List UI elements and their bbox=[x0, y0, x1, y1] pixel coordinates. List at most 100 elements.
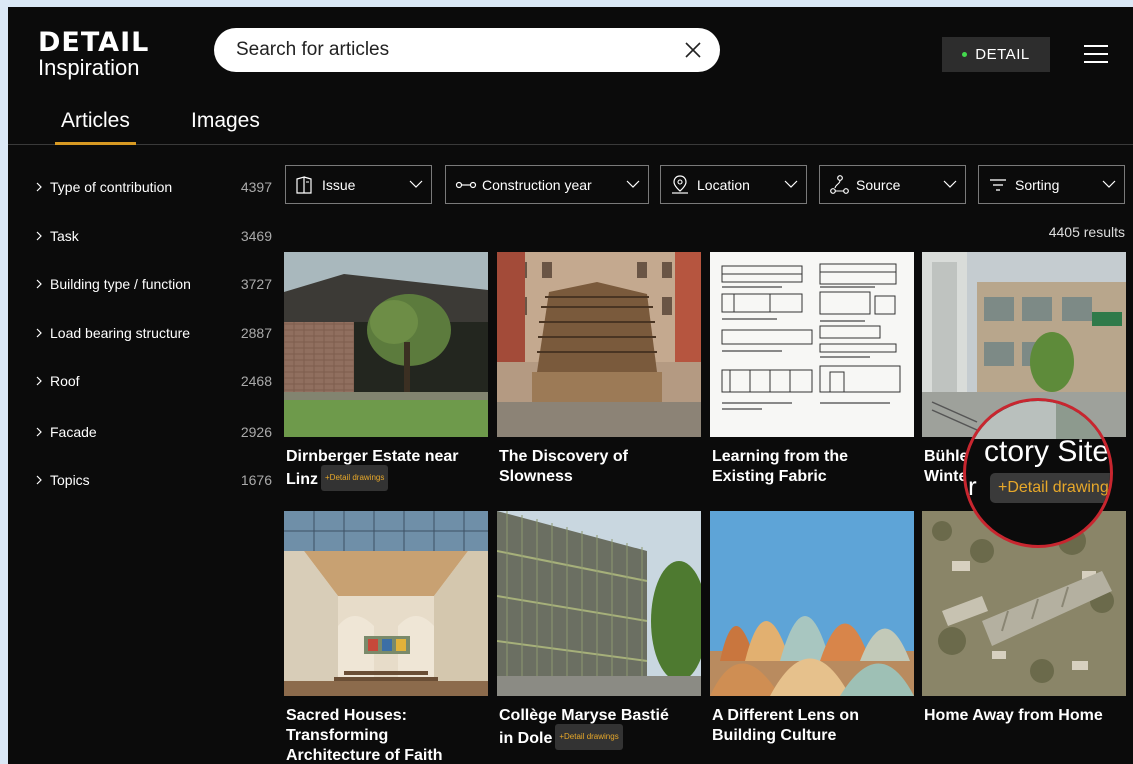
article-title: Home Away from Home bbox=[922, 706, 1126, 726]
article-card[interactable]: Collège Maryse Bastié in Dole +Detail dra… bbox=[497, 511, 701, 752]
zoom-title-letter: r bbox=[968, 471, 977, 501]
sidebar-item-label: Roof bbox=[50, 373, 80, 389]
sidebar-item-count: 2468 bbox=[240, 373, 272, 389]
chevron-down-icon bbox=[409, 180, 423, 188]
article-title: Dirnberger Estate near Linz +Detail drawi… bbox=[284, 447, 488, 493]
article-title-line-3: Architecture of Faith bbox=[286, 747, 443, 764]
article-title-line-2: Building Culture bbox=[712, 727, 837, 744]
sort-icon bbox=[990, 178, 1006, 191]
article-title-line-1: The Discovery of bbox=[499, 448, 628, 465]
article-title: A Different Lens on Building Culture bbox=[710, 706, 914, 746]
filter-construction-year[interactable]: Construction year bbox=[445, 165, 649, 204]
chevron-right-icon bbox=[36, 182, 42, 192]
filter-label: Construction year bbox=[482, 176, 592, 193]
sidebar-item-facade[interactable]: Facade 2926 bbox=[34, 420, 272, 444]
article-title-line-2: Existing Fabric bbox=[712, 468, 827, 485]
detail-drawings-badge: +Detail drawings bbox=[321, 465, 389, 491]
article-card[interactable]: The Discovery of Slowness bbox=[497, 252, 701, 487]
article-title: The Discovery of Slowness bbox=[497, 447, 701, 487]
sidebar-item-label: Topics bbox=[50, 472, 90, 488]
article-title: Learning from the Existing Fabric bbox=[710, 447, 914, 487]
search-input[interactable] bbox=[236, 28, 666, 72]
article-title-line-1: Learning from the bbox=[712, 448, 849, 465]
article-title: Collège Maryse Bastié in Dole +Detail dra… bbox=[497, 706, 701, 752]
article-thumbnail bbox=[710, 252, 914, 437]
filter-label: Source bbox=[856, 176, 901, 193]
chevron-down-icon bbox=[943, 180, 957, 188]
sidebar-item-label: Task bbox=[50, 228, 79, 244]
tab-articles[interactable]: Articles bbox=[55, 109, 136, 145]
filter-location[interactable]: Location bbox=[660, 165, 807, 204]
filter-source[interactable]: Source bbox=[819, 165, 966, 204]
detail-inspiration-logo[interactable]: DETAIL Inspiration bbox=[38, 29, 149, 79]
chevron-right-icon bbox=[36, 231, 42, 241]
sidebar-item-count: 3727 bbox=[240, 276, 272, 292]
chevron-right-icon bbox=[36, 475, 42, 485]
zoom-detail-drawings-badge: +Detail drawings bbox=[990, 473, 1110, 503]
app-frame: DETAIL Inspiration DETAIL Articles Image… bbox=[8, 7, 1133, 764]
hamburger-menu-icon[interactable] bbox=[1084, 45, 1108, 63]
sidebar-item-count: 1676 bbox=[240, 472, 272, 488]
sidebar-item-label: Type of contribution bbox=[50, 179, 173, 195]
filter-sorting[interactable]: Sorting bbox=[978, 165, 1125, 204]
article-card[interactable]: Learning from the Existing Fabric bbox=[710, 252, 914, 487]
filter-issue[interactable]: Issue bbox=[285, 165, 432, 204]
chevron-down-icon bbox=[784, 180, 798, 188]
chevron-right-icon bbox=[36, 427, 42, 437]
filter-label: Issue bbox=[322, 176, 356, 193]
article-title-line-2: Transforming bbox=[286, 727, 389, 744]
article-title-line-1: Dirnberger Estate near bbox=[286, 448, 459, 465]
zoom-title-text: ctory Site ir bbox=[984, 435, 1110, 468]
logo-line-1: DETAIL bbox=[38, 27, 150, 58]
sidebar-item-count: 4397 bbox=[240, 179, 272, 195]
detail-button[interactable]: DETAIL bbox=[942, 37, 1050, 72]
article-title: Sacred Houses: Transforming Architecture… bbox=[284, 706, 488, 764]
article-thumbnail bbox=[284, 511, 488, 696]
status-dot bbox=[962, 52, 968, 57]
article-title-line-1: Collège Maryse Bastié bbox=[499, 707, 669, 724]
book-icon bbox=[296, 175, 312, 194]
location-pin-icon bbox=[672, 174, 688, 194]
article-card[interactable]: A Different Lens on Building Culture bbox=[710, 511, 914, 746]
tab-images[interactable]: Images bbox=[191, 109, 260, 133]
sidebar-item-task[interactable]: Task 3469 bbox=[34, 224, 272, 248]
chevron-right-icon bbox=[36, 279, 42, 289]
chevron-down-icon bbox=[1102, 180, 1116, 188]
sidebar-item-count: 3469 bbox=[240, 228, 272, 244]
sidebar-item-roof[interactable]: Roof 2468 bbox=[34, 369, 272, 393]
detail-button-label: DETAIL bbox=[975, 46, 1030, 63]
detail-drawings-badge: +Detail drawings bbox=[555, 724, 623, 750]
logo-line-2: Inspiration bbox=[38, 55, 140, 80]
article-thumbnail bbox=[284, 252, 488, 437]
tab-bar: Articles Images bbox=[8, 107, 1133, 145]
article-card[interactable]: Sacred Houses: Transforming Architecture… bbox=[284, 511, 488, 764]
article-thumbnail bbox=[497, 511, 701, 696]
article-title-line-2: Linz bbox=[286, 471, 318, 489]
article-title-line-2: in Dole bbox=[499, 730, 553, 748]
filter-label: Sorting bbox=[1015, 176, 1060, 193]
article-thumbnail bbox=[497, 252, 701, 437]
route-icon bbox=[830, 174, 849, 194]
sidebar-item-type-of-contribution[interactable]: Type of contribution 4397 bbox=[34, 175, 272, 199]
article-title-line-2: Winte bbox=[924, 468, 968, 485]
sidebar-item-load-bearing-structure[interactable]: Load bearing structure 2887 bbox=[34, 321, 272, 345]
zoom-magnifier: ctory Site ir r +Detail drawings bbox=[963, 398, 1113, 548]
chevron-right-icon bbox=[36, 328, 42, 338]
article-title-line-1: Sacred Houses: bbox=[286, 707, 407, 724]
article-title-line-1: Home Away from Home bbox=[924, 707, 1103, 724]
sidebar-item-topics[interactable]: Topics 1676 bbox=[34, 468, 272, 492]
sidebar-item-label: Load bearing structure bbox=[50, 325, 191, 341]
article-card[interactable]: Dirnberger Estate near Linz +Detail drawi… bbox=[284, 252, 488, 493]
article-title-line-1: A Different Lens on bbox=[712, 707, 859, 724]
search-bar bbox=[214, 28, 720, 72]
chevron-right-icon bbox=[36, 376, 42, 386]
sidebar-item-label: Building type / function bbox=[50, 276, 191, 292]
timeline-icon bbox=[455, 181, 477, 188]
article-thumbnail bbox=[710, 511, 914, 696]
article-title-line-2: Slowness bbox=[499, 468, 573, 485]
article-title-line-1: Bühle bbox=[924, 448, 969, 465]
close-icon[interactable] bbox=[680, 37, 706, 63]
sidebar-item-building-type[interactable]: Building type / function 3727 bbox=[34, 272, 272, 296]
sidebar-item-count: 2887 bbox=[240, 325, 272, 341]
results-count: 4405 results bbox=[1048, 224, 1125, 240]
